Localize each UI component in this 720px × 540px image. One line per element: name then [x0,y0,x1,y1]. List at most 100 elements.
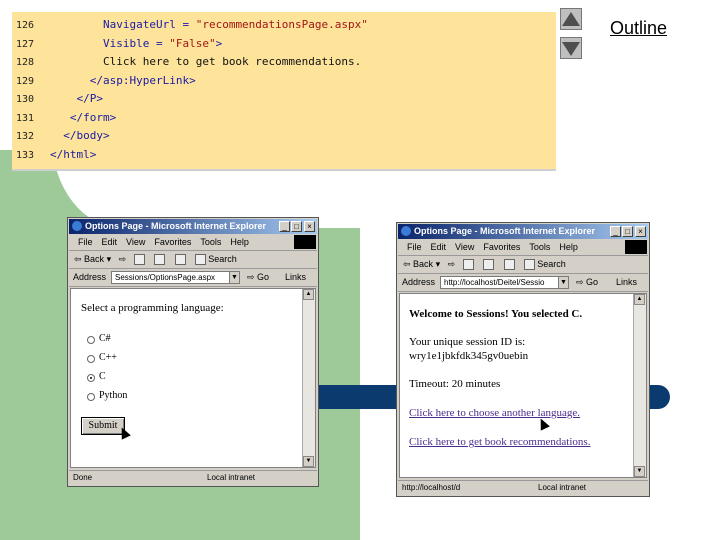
menu-view[interactable]: View [126,237,145,247]
minimize-button[interactable]: _ [610,226,621,237]
menu-bar: File Edit View Favorites Tools Help [69,235,317,251]
back-button[interactable]: ⇦ Back ▾ [403,256,440,273]
home-icon[interactable] [503,256,517,273]
outline-link[interactable]: Outline [610,18,667,39]
line-number: 127 [16,38,35,50]
line-number: 128 [16,57,35,68]
toolbar: ⇦ Back ▾ ⇨ Search [69,251,317,269]
forward-button[interactable]: ⇨ [448,256,456,273]
scroll-up-icon[interactable]: ▲ [634,294,645,305]
menu-bar: File Edit View Favorites Tools Help [398,240,648,256]
window-title-text: Options Page - Microsoft Internet Explor… [85,221,267,231]
scroll-down-icon[interactable]: ▼ [303,456,314,467]
back-label: Back [413,259,434,269]
triangle-up-icon [562,12,580,26]
menu-favorites[interactable]: Favorites [154,237,191,247]
code-line: 128 Click here to get book recommendatio… [12,53,361,71]
menu-edit[interactable]: Edit [431,242,447,252]
close-button[interactable]: × [304,221,315,232]
address-dropdown[interactable]: ▼ [558,276,569,289]
refresh-icon[interactable] [154,251,167,268]
vertical-scrollbar[interactable]: ▲ ▼ [633,294,646,477]
status-text: http://localhost/d [402,483,461,492]
back-button[interactable]: ⇦ Back ▾ [74,251,111,268]
back-label: Back [84,254,105,264]
menu-favorites[interactable]: Favorites [483,242,520,252]
code-token: "recommendationsPage.aspx" [195,18,368,31]
menu-help[interactable]: Help [559,242,578,252]
close-button[interactable]: × [635,226,646,237]
search-button[interactable]: Search [524,256,566,273]
vertical-scrollbar[interactable]: ▲ ▼ [302,289,315,467]
code-line: 133 </html> [12,146,96,164]
go-label: Go [257,272,270,282]
line-number: 133 [16,149,35,161]
menu-tools[interactable]: Tools [200,237,221,247]
option-label-c: C [99,371,106,382]
choose-language-link[interactable]: Click here to choose another language. [409,407,580,419]
refresh-icon[interactable] [483,256,496,273]
links-button[interactable]: Links [285,269,306,286]
ie-icon [72,221,82,231]
search-button[interactable]: Search [195,251,237,268]
menu-edit[interactable]: Edit [102,237,118,247]
code-line: 132 </body> [12,127,110,145]
home-icon[interactable] [174,251,188,268]
menu-tools[interactable]: Tools [529,242,550,252]
go-button[interactable]: ⇨ Go [576,274,598,291]
mouse-cursor-icon [117,425,131,440]
windows-logo-icon [625,240,647,254]
search-icon [195,254,207,266]
code-token: "False" [169,36,216,50]
code-token: NavigateUrl = [102,18,196,31]
line-number: 129 [16,75,35,87]
address-input[interactable]: http://localhost/Deitel/Sessio [440,276,560,289]
stop-icon[interactable] [462,256,476,273]
forward-button[interactable]: ⇨ [119,251,127,268]
minimize-button[interactable]: _ [279,221,290,232]
code-line: 130 </P> [12,90,103,108]
line-number: 132 [16,131,35,142]
windows-logo-icon [294,235,316,249]
maximize-button[interactable]: □ [622,226,633,237]
maximize-button[interactable]: □ [291,221,302,232]
menu-help[interactable]: Help [230,237,249,247]
status-text: Done [73,473,93,482]
code-token: > [215,36,223,50]
radio-csharp[interactable] [87,336,95,344]
option-label-python: Python [99,390,128,401]
go-button[interactable]: ⇨ Go [247,269,269,286]
menu-file[interactable]: File [407,242,422,252]
welcome-heading: Welcome to Sessions! You selected C. [409,308,583,320]
scroll-up-icon[interactable]: ▲ [303,289,314,300]
code-token: Click here to get book recommendations. [102,55,362,68]
previous-slide-button[interactable] [560,8,582,30]
page-content: Select a programming language: C# C++ C … [70,288,316,468]
radio-c[interactable] [87,374,95,382]
address-input[interactable]: Sessions/OptionsPage.aspx [111,271,231,284]
book-recommendations-link[interactable]: Click here to get book recommendations. [409,436,590,448]
address-bar: Address http://localhost/Deitel/Sessio ▼… [398,274,648,292]
zone-text: Local intranet [538,483,587,492]
links-button[interactable]: Links [616,274,637,291]
browser-window-options: Options Page - Microsoft Internet Explor… [67,217,319,487]
code-line: 131 </form> [12,109,116,127]
address-label: Address [402,277,436,287]
menu-view[interactable]: View [455,242,474,252]
next-slide-button[interactable] [560,37,582,59]
scroll-down-icon[interactable]: ▼ [634,466,645,477]
status-bar: http://localhost/d Local intranet [398,480,648,495]
code-token: Visible = [102,36,170,50]
menu-file[interactable]: File [78,237,93,247]
radio-python[interactable] [87,393,95,401]
radio-cplusplus[interactable] [87,355,95,363]
line-number: 126 [16,20,35,31]
session-id-label: Your unique session ID is: [409,336,526,348]
code-token: </form> [69,110,117,124]
address-dropdown[interactable]: ▼ [229,271,240,284]
address-label: Address [73,272,107,282]
stop-icon[interactable] [133,251,147,268]
